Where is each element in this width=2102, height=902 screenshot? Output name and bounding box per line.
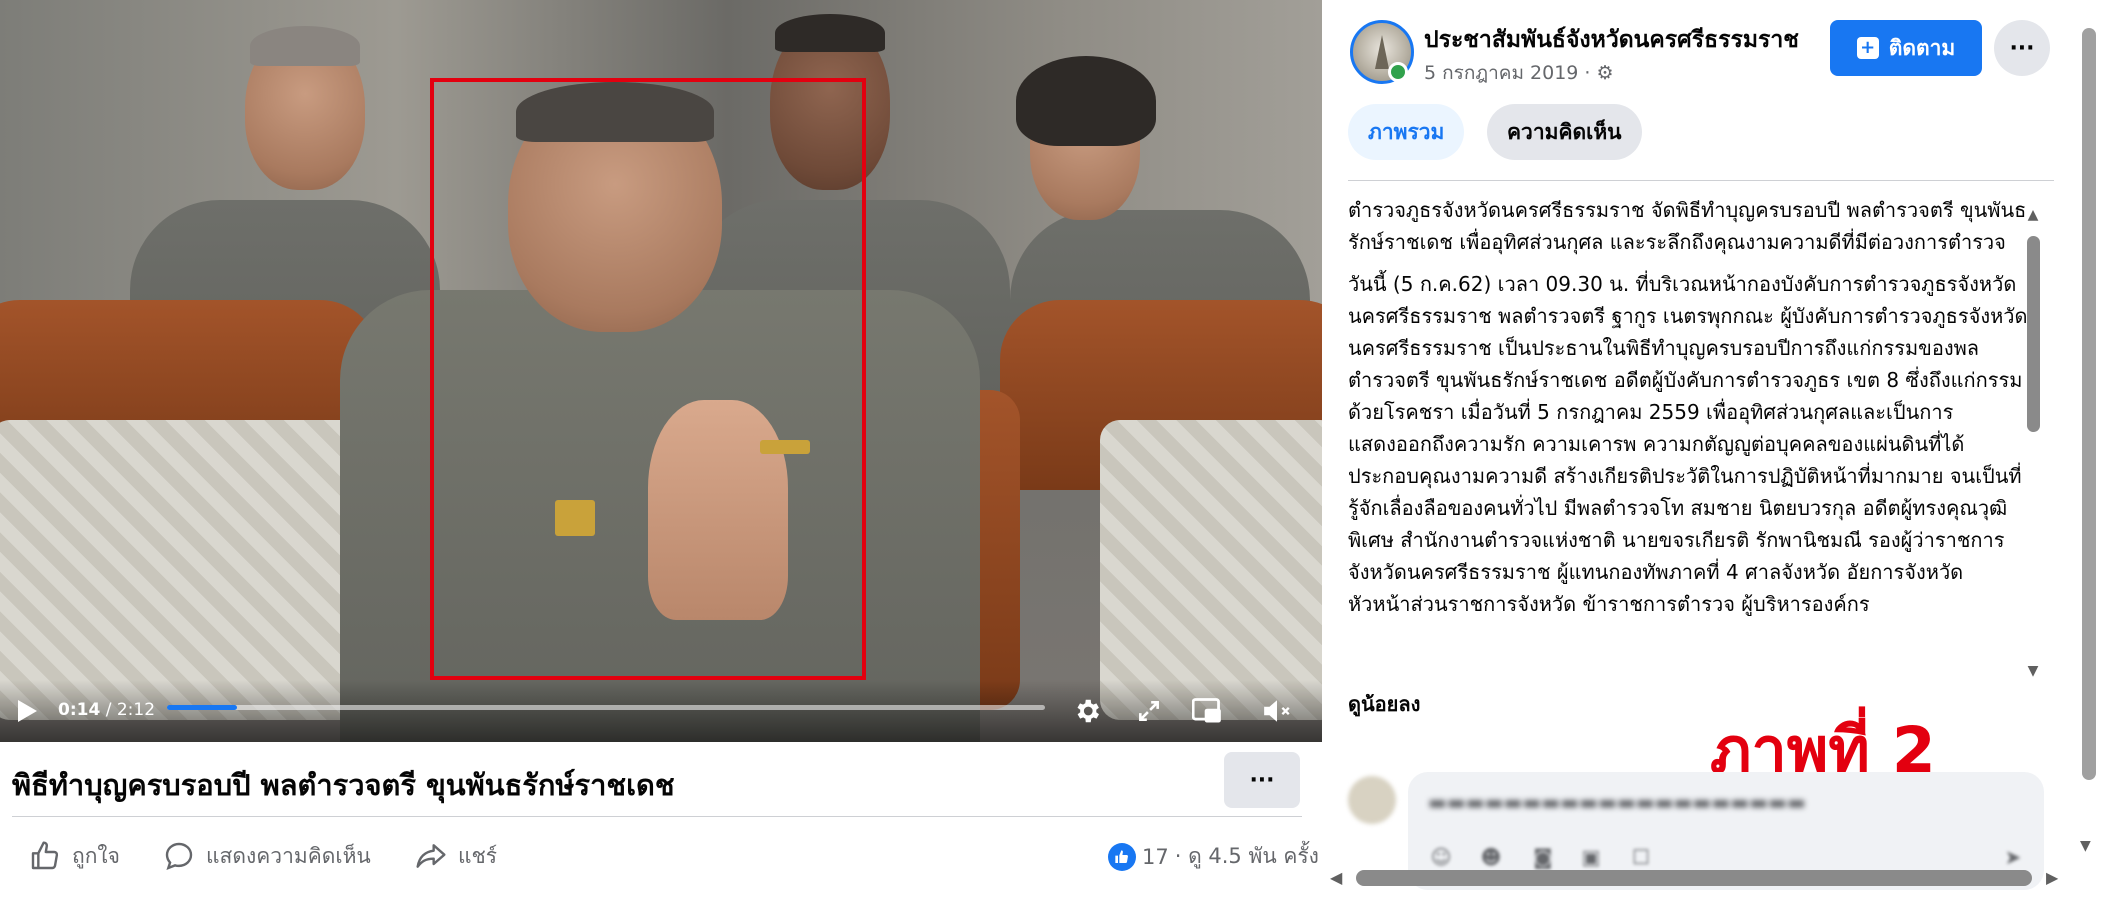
tab-overview[interactable]: ภาพรวม: [1348, 104, 1465, 160]
avatar-temple-shape: [1375, 35, 1389, 69]
progress-bar[interactable]: [167, 705, 1045, 710]
post-paragraph: วันนี้ (5 ก.ค.62) เวลา 09.30 น. ที่บริเว…: [1348, 272, 2028, 616]
mute-icon[interactable]: [1262, 696, 1292, 726]
duration: / 2:12: [100, 700, 156, 720]
video-more-button[interactable]: ···: [1224, 752, 1300, 808]
video-chair-right-cushion: [1100, 420, 1322, 720]
like-button[interactable]: ถูกใจ: [28, 836, 120, 876]
current-time: 0:14: [58, 700, 101, 720]
post-more-button[interactable]: ···: [1994, 20, 2050, 76]
video-controls: 0:14 / 2:12: [0, 680, 1322, 742]
video-time: 0:14 / 2:12: [58, 700, 155, 720]
share-label: แชร์: [458, 843, 498, 868]
online-status-dot: [1388, 62, 1408, 82]
share-button[interactable]: แชร์: [414, 836, 497, 876]
view-count: · ดู 4.5 พัน ครั้ง: [1174, 844, 1319, 868]
follow-button[interactable]: + ติดตาม: [1830, 20, 1982, 76]
fullscreen-icon[interactable]: [1134, 696, 1164, 726]
post-body: ตำรวจภูธรจังหวัดนครศรีธรรมราช จัดพิธีทำบ…: [1348, 194, 2028, 686]
divider: [1348, 180, 2054, 181]
post-scrollbar[interactable]: ▲ ▼: [2024, 206, 2042, 682]
comment-label: แสดงความคิดเห็น: [206, 843, 371, 868]
follow-label: ติดตาม: [1888, 35, 1956, 60]
comment-bubble-icon: [162, 839, 196, 873]
scrollbar-thumb[interactable]: [2027, 236, 2040, 432]
scroll-down-arrow-icon[interactable]: ▼: [2024, 662, 2042, 680]
like-label: ถูกใจ: [72, 843, 120, 868]
scroll-left-arrow-icon[interactable]: ◀: [1330, 868, 1342, 887]
video-stats[interactable]: 17 · ดู 4.5 พัน ครั้ง: [1108, 840, 1319, 873]
scroll-up-arrow-icon[interactable]: ▲: [2024, 206, 2042, 224]
video-chair-left-cushion: [0, 420, 360, 720]
highlight-box: [430, 78, 866, 680]
page-name[interactable]: ประชาสัมพันธ์จังหวัดนครศรีธรรมราช: [1424, 22, 1814, 58]
gear-icon[interactable]: [1072, 696, 1102, 726]
comment-placeholder-blurred: ▬▬▬▬▬▬▬▬▬▬▬▬▬▬▬▬▬▬▬▬: [1428, 790, 1806, 814]
see-less-link[interactable]: ดูน้อยลง: [1348, 688, 1420, 720]
reaction-count: 17: [1142, 844, 1169, 869]
progress-fill: [167, 705, 238, 710]
scroll-down-arrow-icon[interactable]: ▼: [2080, 838, 2091, 854]
play-icon[interactable]: [12, 696, 42, 726]
comment-button[interactable]: แสดงความคิดเห็น: [162, 836, 371, 876]
thumbs-up-icon: [28, 839, 62, 873]
picture-in-picture-icon[interactable]: [1192, 696, 1222, 726]
like-reaction-icon: [1108, 842, 1136, 871]
panel-scrollbar-thumb[interactable]: [2082, 28, 2096, 780]
post-date[interactable]: 5 กรกฎาคม 2019 · ⚙: [1424, 58, 1614, 88]
commenter-avatar: [1348, 776, 1396, 824]
horizontal-scrollbar[interactable]: ◀ ▶: [1322, 866, 2068, 890]
scroll-right-arrow-icon[interactable]: ▶: [2046, 868, 2058, 887]
tab-comments[interactable]: ความคิดเห็น: [1487, 104, 1642, 160]
divider: [12, 816, 1302, 817]
video-title: พิธีทำบุญครบรอบปี พลตำรวจตรี ขุนพันธรักษ…: [12, 768, 675, 802]
post-paragraph: ตำรวจภูธรจังหวัดนครศรีธรรมราช จัดพิธีทำบ…: [1348, 198, 2027, 254]
post-panel: ประชาสัมพันธ์จังหวัดนครศรีธรรมราช 5 กรกฎ…: [1322, 0, 2102, 902]
video-player[interactable]: 0:14 / 2:12: [0, 0, 1322, 742]
share-arrow-icon: [414, 839, 448, 873]
scrollbar-thumb[interactable]: [1356, 870, 2032, 886]
follow-plus-icon: +: [1856, 37, 1879, 59]
